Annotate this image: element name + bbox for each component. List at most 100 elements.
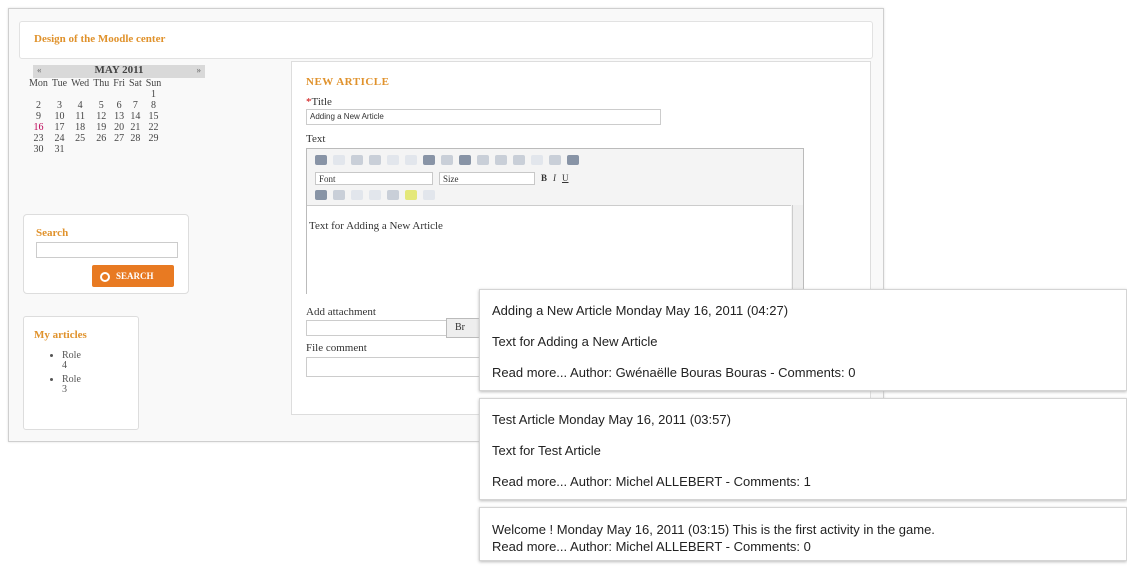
calendar-day[interactable]: 4 <box>69 100 91 111</box>
align-center-icon[interactable] <box>333 190 345 200</box>
editor-scrollbar[interactable] <box>792 205 803 293</box>
align-left-icon[interactable] <box>315 190 327 200</box>
activity-headline: Adding a New Article Monday May 16, 2011… <box>492 303 789 318</box>
calendar-empty-cell <box>69 89 91 100</box>
calendar-day[interactable]: 12 <box>91 111 111 122</box>
underline-button[interactable]: U <box>562 173 569 183</box>
special-char-icon[interactable] <box>513 155 525 165</box>
calendar-day[interactable]: 22 <box>144 122 164 133</box>
search-icon <box>100 271 110 282</box>
calendar-day[interactable]: 27 <box>111 133 127 144</box>
rich-text-editor: Font Size B I U Text for Adding a New Ar… <box>306 148 804 294</box>
file-comment-input[interactable] <box>306 357 488 377</box>
calendar-weekday: Fri <box>113 78 125 89</box>
activity-meta[interactable]: Read more... Author: Michel ALLEBERT - C… <box>492 474 1112 489</box>
activity-meta[interactable]: Read more... Author: Gwénaëlle Bouras Bo… <box>492 365 1112 380</box>
calendar-day[interactable]: 3 <box>50 100 69 111</box>
size-select[interactable]: Size <box>439 171 535 185</box>
calendar-day[interactable]: 11 <box>69 111 91 122</box>
calendar-day[interactable]: 28 <box>127 133 144 144</box>
calendar-day[interactable]: 15 <box>144 111 164 122</box>
editor-toolbar-row-1 <box>315 152 579 168</box>
clean-icon[interactable] <box>531 155 543 165</box>
text-color-icon[interactable] <box>387 190 399 200</box>
media-icon[interactable] <box>495 155 507 165</box>
activity-headline: Welcome ! Monday May 16, 2011 (03:15) Th… <box>492 522 935 537</box>
calendar-next-button[interactable]: » <box>197 65 202 75</box>
search-button-label: SEARCH <box>116 271 154 281</box>
calendar-month: MAY 2011 <box>94 64 144 76</box>
link-icon[interactable] <box>477 155 489 165</box>
search-label: Search <box>36 227 69 239</box>
text-label: Text <box>306 133 326 145</box>
my-article-item[interactable]: Role 4 <box>62 351 86 371</box>
calendar-day[interactable]: 8 <box>144 100 164 111</box>
editor-body[interactable]: Text for Adding a New Article <box>307 205 791 294</box>
calendar-day[interactable]: 29 <box>144 133 164 144</box>
bold-button[interactable]: B <box>541 173 547 183</box>
calendar-day[interactable]: 6 <box>111 100 127 111</box>
calendar-day[interactable]: 9 <box>27 111 50 122</box>
calendar-day[interactable]: 16 <box>27 122 50 133</box>
calendar-day[interactable]: 26 <box>91 133 111 144</box>
calendar-day[interactable]: 1 <box>144 89 164 100</box>
calendar: « MAY 2011 » Mon Tue Wed Thu Fri Sat Sun 12345… <box>23 64 208 155</box>
activity-headline: Test Article Monday May 16, 2011 (03:57) <box>492 412 731 427</box>
calendar-day[interactable]: 20 <box>111 122 127 133</box>
calendar-day[interactable]: 21 <box>127 122 144 133</box>
calendar-day[interactable]: 13 <box>111 111 127 122</box>
calendar-weekday: Wed <box>71 78 90 89</box>
fullscreen-icon[interactable] <box>549 155 561 165</box>
calendar-day[interactable]: 7 <box>127 100 144 111</box>
font-select[interactable]: Font <box>315 171 433 185</box>
title-label: *Title <box>306 96 332 108</box>
bullet-list-icon[interactable] <box>351 190 363 200</box>
calendar-day[interactable]: 31 <box>50 144 69 155</box>
calendar-grid: Mon Tue Wed Thu Fri Sat Sun 1 2 3 4 5 6 7 8 9 10 11 12 13 1… <box>27 78 163 155</box>
calendar-day[interactable]: 30 <box>27 144 50 155</box>
title-input[interactable]: Adding a New Article <box>306 109 661 125</box>
calendar-day[interactable]: 23 <box>27 133 50 144</box>
image-icon[interactable] <box>459 155 471 165</box>
search-input[interactable] <box>36 242 178 258</box>
calendar-day[interactable]: 5 <box>91 100 111 111</box>
table-icon[interactable] <box>441 155 453 165</box>
editor-toolbar-row-3 <box>315 187 435 203</box>
calendar-day[interactable]: 25 <box>69 133 91 144</box>
calendar-empty-cell <box>50 89 69 100</box>
attachment-input[interactable] <box>306 320 448 336</box>
search-button[interactable]: SEARCH <box>92 265 174 287</box>
redo-icon[interactable] <box>369 155 381 165</box>
calendar-day[interactable]: 2 <box>27 100 50 111</box>
activity-card: Welcome ! Monday May 16, 2011 (03:15) Th… <box>479 507 1127 561</box>
activity-meta[interactable]: Read more... Author: Michel ALLEBERT - C… <box>492 539 1112 554</box>
calendar-empty-cell <box>127 89 144 100</box>
help-icon[interactable] <box>567 155 579 165</box>
paste-icon[interactable] <box>387 155 399 165</box>
calendar-day[interactable]: 17 <box>50 122 69 133</box>
strikethrough-icon[interactable] <box>423 190 435 200</box>
calendar-day[interactable]: 14 <box>127 111 144 122</box>
my-articles-panel: My articles Role 4 Role 3 <box>23 316 139 430</box>
unlink-icon[interactable] <box>333 155 345 165</box>
activity-text: Text for Test Article <box>492 443 601 458</box>
calendar-empty-cell <box>111 89 127 100</box>
calendar-day[interactable]: 24 <box>50 133 69 144</box>
italic-button[interactable]: I <box>553 173 556 183</box>
undo-icon[interactable] <box>351 155 363 165</box>
anchor-icon[interactable] <box>423 155 435 165</box>
page-title: Design of the Moodle center <box>34 33 166 45</box>
editor-body-text: Text for Adding a New Article <box>309 220 443 232</box>
my-article-item[interactable]: Role 3 <box>62 375 86 395</box>
numbered-list-icon[interactable] <box>369 190 381 200</box>
globe-icon[interactable] <box>315 155 327 165</box>
calendar-weekday: Thu <box>93 78 110 89</box>
page-header: Design of the Moodle center <box>19 21 873 59</box>
highlight-icon[interactable] <box>405 190 417 200</box>
calendar-day[interactable]: 19 <box>91 122 111 133</box>
file-comment-label: File comment <box>306 342 367 354</box>
calendar-day[interactable]: 18 <box>69 122 91 133</box>
calendar-empty-cell <box>27 89 50 100</box>
calendar-day[interactable]: 10 <box>50 111 69 122</box>
calendar-empty-cell <box>127 144 144 155</box>
